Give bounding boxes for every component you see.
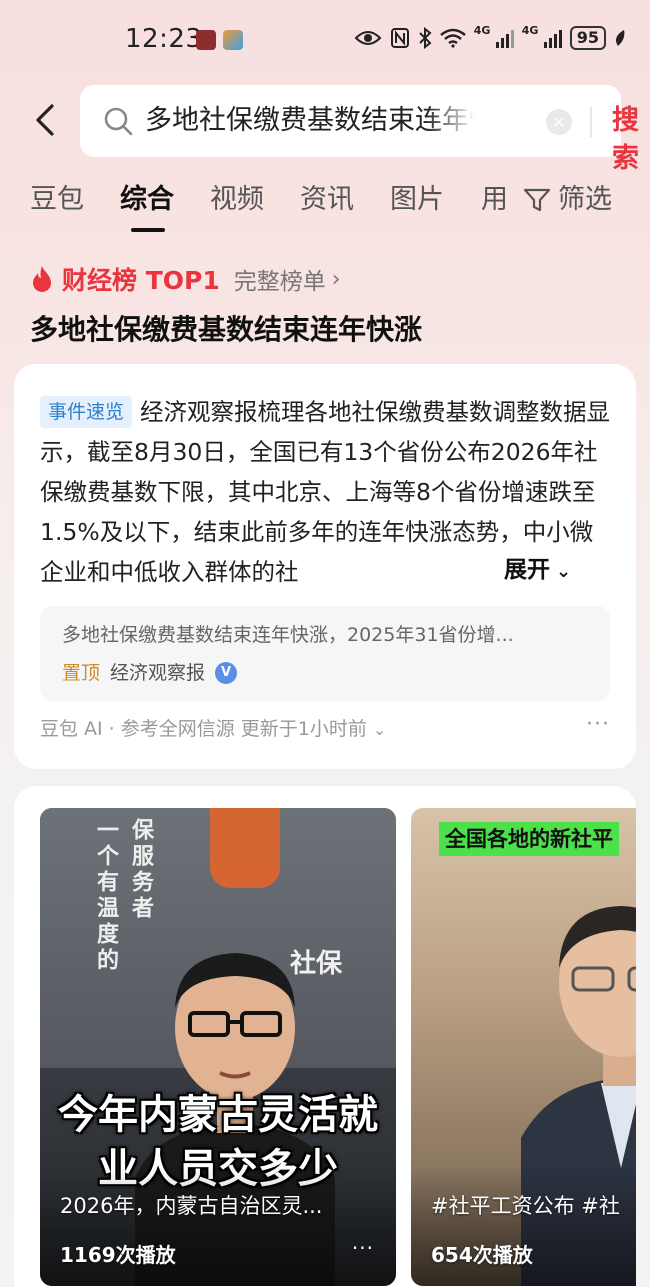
publisher-name: 经济观察报	[110, 662, 206, 684]
chevron-right-icon: ›	[331, 266, 341, 292]
more-options-icon[interactable]: ···	[586, 712, 610, 737]
search-bar: 多地社保缴费基数结束连年快涨 × 搜索	[80, 85, 639, 174]
chevron-down-icon: ⌄	[556, 561, 572, 582]
chevron-down-icon: ⌄	[372, 720, 387, 739]
tab-all[interactable]: 综合	[120, 182, 174, 218]
tab-users[interactable]: 用	[481, 182, 508, 218]
source-meta: 置顶 经济观察报 V	[62, 658, 238, 688]
tab-images[interactable]: 图片	[390, 182, 444, 218]
video-title-2: #社平工资公布 #社	[431, 1194, 620, 1218]
clear-icon[interactable]: ×	[546, 109, 572, 135]
event-badge: 事件速览	[40, 396, 133, 428]
video-thumbnail-2[interactable]: 全国各地的新社平 #社平工资公布 #社 654次播放	[411, 808, 636, 1286]
app-notification-icon-2	[223, 30, 243, 50]
trending-headline[interactable]: 多地社保缴费基数结束连年快涨	[30, 308, 422, 348]
ai-source-info[interactable]: 豆包 AI · 参考全网信源 更新于1小时前 ⌄	[40, 714, 386, 745]
nfc-icon	[390, 28, 409, 48]
leaf-icon	[616, 30, 625, 46]
fire-icon	[33, 266, 51, 292]
battery-indicator: 95	[569, 26, 606, 50]
filter-icon	[523, 188, 551, 212]
video-thumbnail[interactable]: 一个有温度的 保服务者 社保 今年内蒙古灵活就业人员交多少 2026年，内蒙古自…	[40, 808, 396, 1286]
more-options-icon[interactable]: ···	[352, 1236, 374, 1260]
bluetooth-icon	[419, 27, 432, 49]
tab-doubao[interactable]: 豆包	[30, 182, 84, 218]
status-bar: 12:23 4G 4G 95	[0, 0, 650, 84]
filter-label: 筛选	[558, 184, 612, 215]
tab-news[interactable]: 资讯	[300, 182, 354, 218]
video-banner: 全国各地的新社平	[439, 822, 619, 856]
pinned-label: 置顶	[62, 662, 101, 684]
search-button[interactable]: 搜索	[612, 102, 639, 178]
active-tab-indicator	[131, 228, 165, 232]
video-overlay-text: 一个有温度的	[93, 818, 118, 974]
signal-icon: 4G	[474, 24, 514, 48]
full-ranking-link[interactable]: 完整榜单	[234, 262, 326, 296]
search-divider	[590, 107, 592, 137]
video-title: 2026年，内蒙古自治区灵...	[60, 1194, 323, 1218]
signal-icon-2: 4G	[522, 24, 562, 48]
play-count-2: 654次播放	[431, 1243, 533, 1267]
trending-ranking-link[interactable]: 财经榜 TOP1 完整榜单 ›	[30, 262, 341, 296]
search-input[interactable]: 多地社保缴费基数结束连年快涨	[145, 101, 475, 141]
ai-footer-text: 豆包 AI · 参考全网信源 更新于1小时前	[40, 718, 367, 740]
eye-icon	[354, 31, 382, 45]
event-summary-card: 事件速览 经济观察报梳理各地社保缴费基数调整数据显示，截至8月30日，全国已有13…	[14, 364, 636, 769]
tab-video[interactable]: 视频	[210, 182, 264, 218]
app-notification-icon	[196, 30, 216, 50]
verified-icon: V	[215, 662, 238, 684]
brand-logo	[210, 808, 280, 888]
source-article[interactable]: 多地社保缴费基数结束连年快涨，2025年31省份增... 置顶 经济观察报 V	[40, 606, 610, 701]
status-icons: 4G 4G 95	[354, 24, 626, 50]
expand-label: 展开	[504, 557, 550, 583]
trending-tag: 财经榜 TOP1	[62, 266, 220, 295]
status-time: 12:23	[125, 24, 203, 54]
wifi-icon	[439, 28, 466, 48]
expand-button[interactable]: 展开 ⌄	[500, 553, 572, 589]
filter-button[interactable]: 筛选	[522, 182, 612, 218]
source-title: 多地社保缴费基数结束连年快涨，2025年31省份增...	[62, 624, 514, 646]
play-count: 1169次播放	[60, 1243, 176, 1267]
video-results-card: 一个有温度的 保服务者 社保 今年内蒙古灵活就业人员交多少 2026年，内蒙古自…	[14, 786, 636, 1287]
back-arrow-icon[interactable]	[28, 100, 68, 140]
search-icon	[104, 107, 133, 136]
